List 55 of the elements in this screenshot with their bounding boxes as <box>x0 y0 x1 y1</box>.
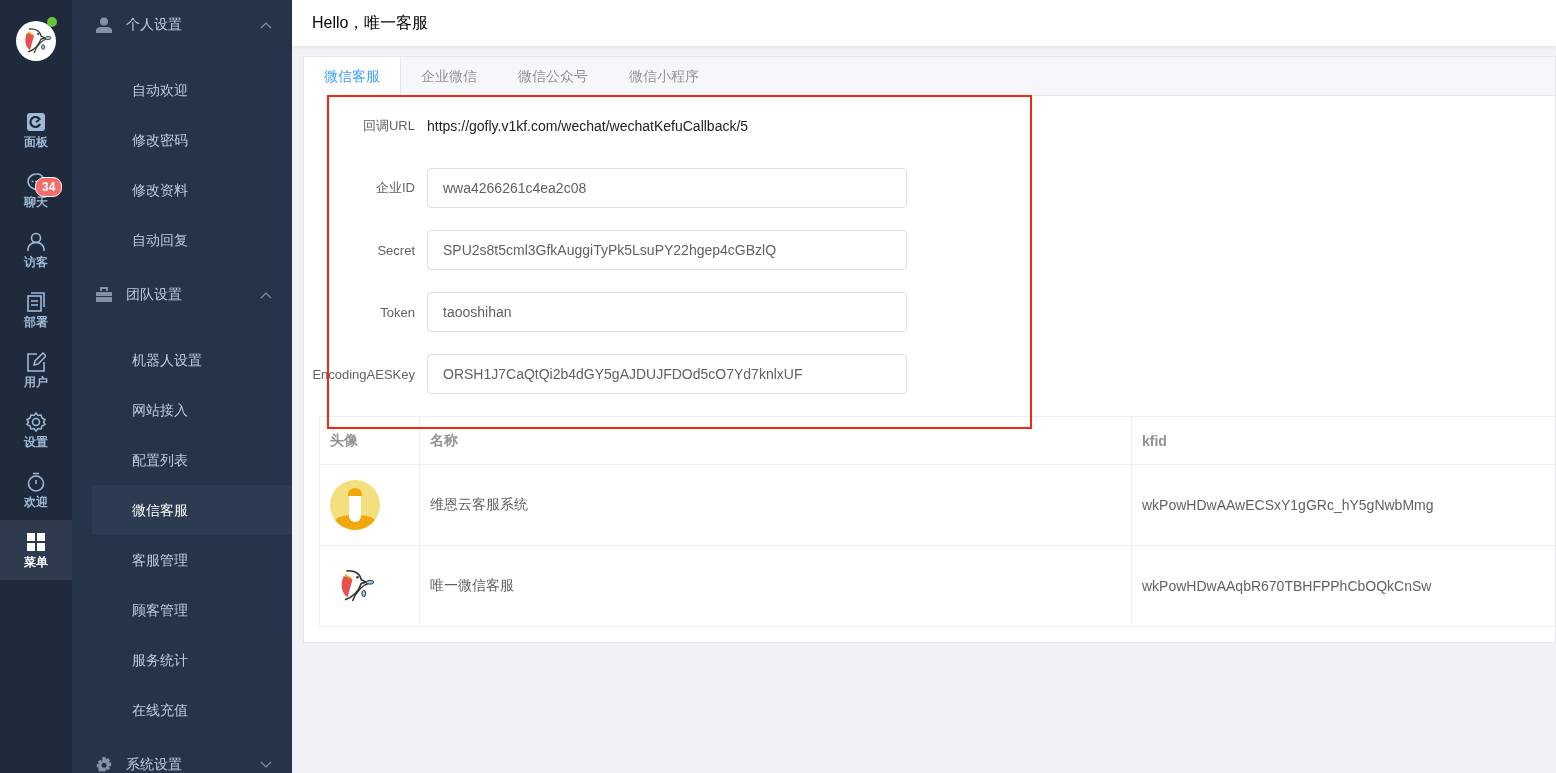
gauge-icon <box>26 111 46 132</box>
menu-item[interactable]: 微信客服 <box>92 485 292 535</box>
column-header: 头像 <box>320 417 420 464</box>
field-label: Secret <box>376 242 416 258</box>
edit-icon <box>26 351 46 372</box>
input-field[interactable]: ORSH1J7CaQtQi2b4dGY5gAJDUJFDOd5cO7Yd7knlxUF <box>427 354 907 394</box>
person-icon <box>96 17 112 33</box>
nav-item[interactable]: 面板 <box>0 100 72 160</box>
nav-item[interactable]: 访客 <box>0 220 72 280</box>
menu-group[interactable]: 个人设置 <box>72 0 292 50</box>
menu-item[interactable]: 客服管理 <box>92 535 292 585</box>
table-cell: 维恩云客服系统 <box>420 465 1132 545</box>
menu-item[interactable]: 服务统计 <box>92 635 292 685</box>
person-avatar-icon <box>330 480 380 530</box>
nav-item[interactable]: 聊天 34 <box>0 160 72 220</box>
timer-icon <box>26 471 46 492</box>
document-icon <box>26 291 46 312</box>
menu-group[interactable]: 团队设置 <box>72 270 292 320</box>
menu-item[interactable]: 机器人设置 <box>92 335 292 385</box>
menu-item[interactable]: 修改资料 <box>92 165 292 215</box>
briefcase-icon <box>96 287 112 303</box>
menu-item[interactable]: 在线充值 <box>92 685 292 735</box>
table-cell: 唯一微信客服 <box>420 546 1132 626</box>
input-field[interactable]: taooshihan <box>427 292 907 332</box>
grid-icon <box>26 531 46 552</box>
column-header: 名称 <box>420 417 1132 464</box>
menu-item[interactable]: 网站接入 <box>92 385 292 435</box>
nav-item[interactable]: 菜单 <box>0 520 72 580</box>
user-icon <box>26 231 46 252</box>
settings-icon <box>26 411 46 432</box>
input-field[interactable]: SPU2s8t5cml3GfkAuggiTyPk5LsuPY22hgep4cGBzlQ <box>427 230 907 270</box>
menu-item[interactable]: 修改密码 <box>92 115 292 165</box>
chevron-up-icon <box>260 21 272 29</box>
greeting-text: Hello，唯一客服 <box>312 12 429 33</box>
unread-count: 34 <box>35 177 63 197</box>
field-label: Token <box>379 304 416 320</box>
column-header: kfid <box>1141 431 1168 451</box>
nav-item[interactable]: 部署 <box>0 280 72 340</box>
chevron-down-icon <box>260 761 272 769</box>
nav-item[interactable]: 欢迎 <box>0 460 72 520</box>
menu-item[interactable]: 自动回复 <box>92 215 292 265</box>
table-cell-text: wkPowHDwAAwECSxY1gGRc_hY5gNwbMmg <box>1141 496 1435 515</box>
field-label: 回调URL <box>362 117 416 135</box>
field-label: 企业ID <box>375 179 416 197</box>
menu-item[interactable]: 顾客管理 <box>92 585 292 635</box>
menu-item[interactable]: 配置列表 <box>92 435 292 485</box>
menu-group[interactable]: 系统设置 <box>72 740 292 773</box>
table-cell-text: wkPowHDwAAqbR670TBHFPPhCbOQkCnSw <box>1141 577 1433 596</box>
input-field[interactable]: wwa4266261c4ea2c08 <box>427 168 907 208</box>
callback-url: https://gofly.v1kf.com/wechat/wechatKefuCallback/5 <box>427 118 749 134</box>
chevron-up-icon <box>260 291 272 299</box>
menu-item[interactable]: 自动欢迎 <box>92 65 292 115</box>
nav-item[interactable]: 用户 <box>0 340 72 400</box>
nav-item[interactable]: 设置 <box>0 400 72 460</box>
logo-icon <box>16 21 56 61</box>
